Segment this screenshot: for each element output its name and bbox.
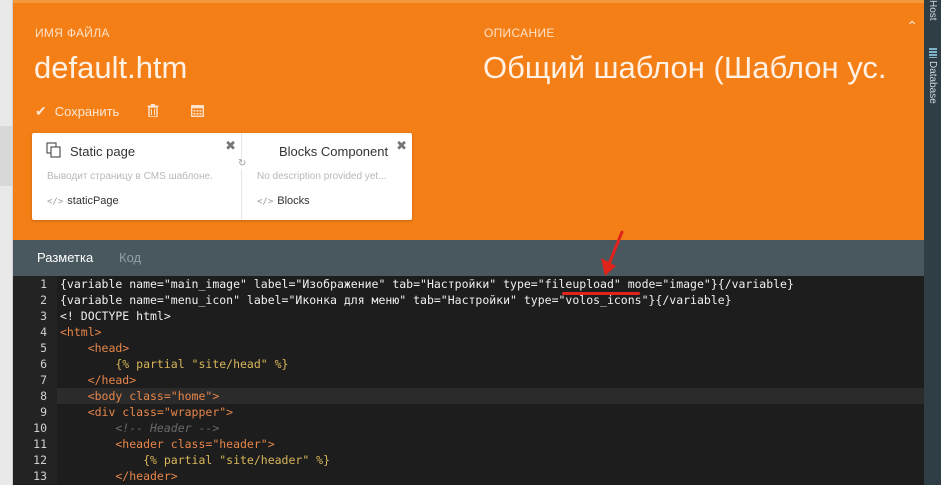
component-alias: </> Blocks bbox=[257, 195, 310, 207]
right-side-panel: Host Database bbox=[924, 0, 941, 485]
component-card-blocks[interactable]: ↻ Blocks Component No description provid… bbox=[238, 133, 412, 220]
component-title: Blocks Component bbox=[279, 144, 389, 159]
code-line: 13 </header> bbox=[13, 468, 924, 484]
database-icon bbox=[928, 48, 937, 58]
toolbar: ✔ Сохранить bbox=[35, 103, 205, 120]
component-description: Выводит страницу в CMS шаблоне. bbox=[47, 171, 213, 182]
filename-label: ИМЯ ФАЙЛА bbox=[35, 26, 110, 40]
code-line: 10 <!-- Header --> bbox=[13, 420, 924, 436]
annotation-arrow bbox=[601, 230, 624, 276]
tab-database[interactable]: Database bbox=[924, 48, 941, 104]
line-number: 11 bbox=[33, 437, 47, 451]
code-line: 9 <div class="wrapper"> bbox=[13, 404, 924, 420]
collapse-icon[interactable]: ⌃ bbox=[906, 18, 918, 35]
component-alias-text: Blocks bbox=[277, 195, 310, 207]
tab-host[interactable]: Host bbox=[924, 0, 941, 21]
editor-tabs: Разметка Код bbox=[13, 240, 924, 276]
code-line: 11 <header class="header"> bbox=[13, 436, 924, 452]
line-number: 13 bbox=[33, 469, 47, 483]
component-card-static-page[interactable]: Static page Выводит страницу в CMS шабло… bbox=[32, 133, 241, 220]
annotation-underline bbox=[562, 292, 640, 295]
check-icon: ✔ bbox=[35, 103, 47, 119]
code-line: 3 <! DOCTYPE html> bbox=[13, 308, 924, 324]
code-line: 7 </head> bbox=[13, 372, 924, 388]
code-text: <head> bbox=[60, 341, 130, 355]
line-number: 4 bbox=[40, 325, 47, 339]
template-header: ИМЯ ФАЙЛА default.htm ОПИСАНИЕ Общий шаб… bbox=[13, 0, 924, 240]
code-text: {variable name="main_image" label="Изобр… bbox=[60, 277, 794, 291]
static-page-icon bbox=[46, 142, 62, 163]
code-text: <body class="home"> bbox=[60, 389, 220, 403]
close-icon[interactable]: ✖ bbox=[396, 138, 407, 154]
header-top-border bbox=[13, 0, 924, 3]
code-text: </header> bbox=[60, 469, 178, 483]
code-text: <! DOCTYPE html> bbox=[60, 309, 171, 323]
line-number: 2 bbox=[40, 293, 47, 307]
code-line-active: 8 <body class="home"> bbox=[13, 388, 924, 404]
save-button-label: Сохранить bbox=[54, 104, 120, 119]
component-title: Static page bbox=[70, 144, 136, 159]
left-sidebar-highlight bbox=[0, 126, 12, 186]
line-number: 7 bbox=[40, 373, 47, 387]
component-description: No description provided yet... bbox=[257, 171, 387, 182]
description-field[interactable]: Общий шаблон (Шаблон ус. bbox=[483, 50, 913, 86]
component-cards: Static page Выводит страницу в CMS шабло… bbox=[32, 133, 412, 220]
calendar-icon[interactable] bbox=[191, 104, 205, 120]
component-alias: </> staticPage bbox=[47, 195, 119, 207]
line-number: 9 bbox=[40, 405, 47, 419]
code-text: {% partial "site/head" %} bbox=[60, 357, 289, 371]
line-number: 10 bbox=[33, 421, 47, 435]
code-icon: </> bbox=[47, 197, 64, 207]
code-line: 1 {variable name="main_image" label="Изоб… bbox=[13, 276, 924, 292]
code-icon: </> bbox=[257, 197, 274, 207]
code-text: <div class="wrapper"> bbox=[60, 405, 234, 419]
code-line: 2 {variable name="menu_icon" label="Иконк… bbox=[13, 292, 924, 308]
code-line: 6 {% partial "site/head" %} bbox=[13, 356, 924, 372]
close-icon[interactable]: ✖ bbox=[225, 138, 236, 154]
description-label: ОПИСАНИЕ bbox=[484, 26, 555, 40]
save-button[interactable]: ✔ Сохранить bbox=[35, 103, 119, 120]
code-text: {% partial "site/header" %} bbox=[60, 453, 331, 467]
code-text: <header class="header"> bbox=[60, 437, 275, 451]
tab-code[interactable]: Код bbox=[119, 250, 141, 265]
trash-icon[interactable] bbox=[147, 103, 159, 120]
line-number: 5 bbox=[40, 341, 47, 355]
component-alias-text: staticPage bbox=[67, 195, 119, 207]
refresh-icon: ↻ bbox=[238, 158, 247, 169]
code-text: <!-- Header --> bbox=[60, 421, 220, 435]
line-number: 1 bbox=[40, 277, 47, 291]
tab-database-label: Database bbox=[927, 61, 938, 104]
left-sidebar-strip bbox=[0, 0, 13, 485]
code-text: <html> bbox=[60, 325, 102, 339]
tab-host-label: Host bbox=[927, 0, 938, 21]
code-editor[interactable]: 1 {variable name="main_image" label="Изоб… bbox=[13, 276, 924, 485]
code-line: 5 <head> bbox=[13, 340, 924, 356]
tab-markup[interactable]: Разметка bbox=[37, 250, 93, 265]
code-line: 4 <html> bbox=[13, 324, 924, 340]
code-line: 12 {% partial "site/header" %} bbox=[13, 452, 924, 468]
filename-field[interactable]: default.htm bbox=[34, 50, 464, 86]
line-number: 3 bbox=[40, 309, 47, 323]
code-text: </head> bbox=[60, 373, 137, 387]
line-number: 6 bbox=[40, 357, 47, 371]
line-number: 12 bbox=[33, 453, 47, 467]
line-number: 8 bbox=[40, 389, 47, 403]
